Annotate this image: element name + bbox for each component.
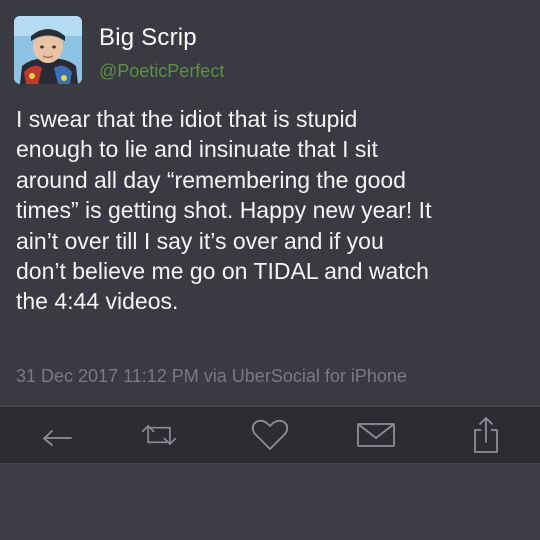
heart-icon — [251, 419, 289, 450]
avatar[interactable] — [14, 16, 82, 84]
tweet-card: Big Scrip @PoeticPerfect I swear that th… — [0, 0, 540, 405]
retweet-icon — [141, 425, 177, 445]
tweet-timestamp: 31 Dec 2017 11:12 PM via UberSocial for … — [16, 366, 407, 386]
empty-background — [0, 464, 540, 540]
action-bar — [0, 406, 540, 464]
retweet-button[interactable] — [139, 415, 179, 455]
reply-button[interactable] — [36, 415, 76, 455]
mail-icon — [357, 423, 395, 447]
share-icon — [474, 417, 498, 453]
reply-icon — [43, 430, 72, 446]
share-button[interactable] — [466, 415, 506, 455]
like-button[interactable] — [250, 415, 290, 455]
tweet-text: I swear that the idiot that is stupid en… — [16, 106, 432, 315]
user-handle[interactable]: @PoeticPerfect — [99, 61, 224, 82]
avatar-photo — [14, 16, 82, 84]
display-name[interactable]: Big Scrip — [99, 24, 197, 52]
message-button[interactable] — [356, 415, 396, 455]
